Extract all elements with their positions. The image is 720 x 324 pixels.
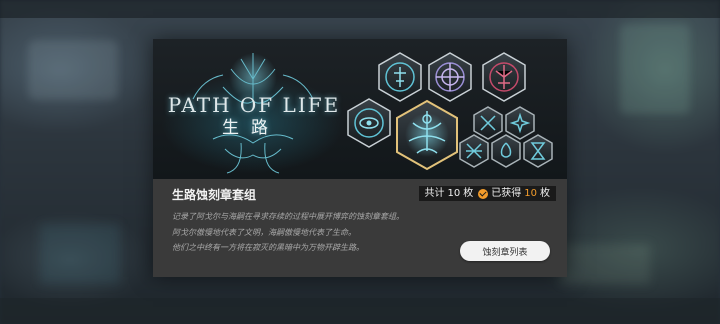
set-logo-chinese: 生路 (222, 118, 280, 138)
set-banner: PATH OF LIFE 生路 (153, 39, 567, 179)
obtained-count: 10 (524, 188, 537, 199)
count-prefix: 共计 (424, 188, 445, 199)
background-panel (620, 24, 690, 114)
description-line: 阿戈尔傲慢地代表了文明，海嗣傲慢地代表了生命。 (172, 227, 356, 237)
set-count-badge: 共计 10 枚 已获得 10 枚 (418, 186, 556, 201)
description-line: 记录了阿戈尔与海嗣在寻求存续的过程中展开博弈的蚀刻章套组。 (172, 212, 404, 221)
tree-icon (482, 52, 526, 102)
set-title: 生路蚀刻章套组 (172, 188, 257, 202)
obtained-unit: 枚 (540, 188, 550, 199)
background-top-bar (0, 0, 720, 18)
obtained-label: 已获得 (491, 188, 522, 199)
goddess-icon (396, 99, 458, 171)
constellation-icon (428, 52, 472, 102)
medal-list-button[interactable]: 蚀刻章列表 (460, 241, 550, 261)
set-description: 记录了阿戈尔与海嗣在寻求存续的过程中展开博弈的蚀刻章套组。 阿戈尔傲慢地代表了文… (172, 209, 404, 256)
totem-icon (378, 52, 422, 102)
check-icon (478, 188, 489, 199)
pinwheel-icon (473, 106, 503, 140)
medal-set-dialog: PATH OF LIFE 生路 生路蚀刻章套组 共计 10 枚 已获得 10 枚… (153, 39, 567, 277)
crossed-swords-icon (459, 134, 489, 168)
background-bottom-bar (0, 298, 720, 324)
fire-icon (491, 134, 521, 168)
medal-grid (347, 52, 553, 171)
background-panel (40, 224, 120, 284)
star-icon (505, 106, 535, 140)
background-panel (28, 40, 118, 100)
count-unit: 枚 (463, 188, 474, 199)
background-panel (560, 244, 650, 284)
set-info-panel: 生路蚀刻章套组 共计 10 枚 已获得 10 枚 记录了阿戈尔与海嗣在寻求存续的… (153, 179, 567, 277)
hourglass-icon (523, 134, 553, 168)
description-line: 他们之中终有一方将在寂灭的黑暗中为万物开辟生路。 (172, 243, 364, 252)
eye-icon (347, 98, 391, 148)
total-count: 10 (447, 188, 461, 199)
